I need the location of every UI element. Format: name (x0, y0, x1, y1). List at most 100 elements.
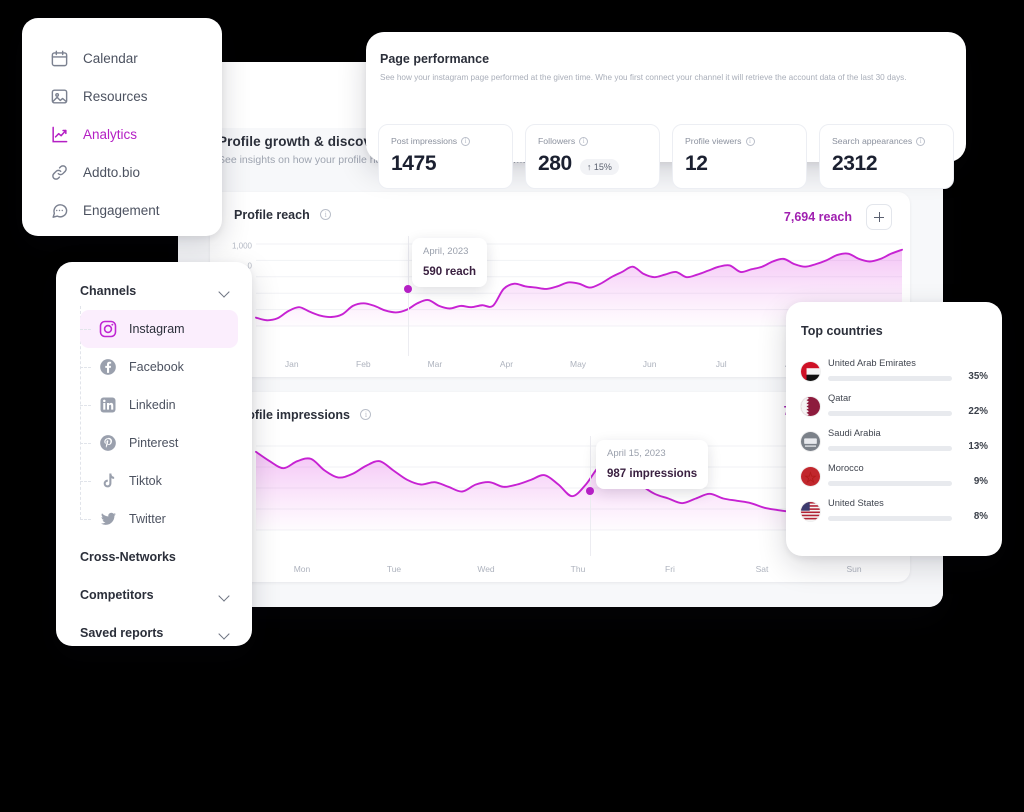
channels-group-label: Channels (80, 284, 136, 298)
nav-item-engagement[interactable]: Engagement (22, 191, 222, 229)
linkedin-icon (98, 395, 118, 415)
stat-card-followers: Followers280↑ 15% (525, 124, 660, 189)
cross-networks-label: Cross-Networks (80, 550, 176, 564)
nav-item-calendar[interactable]: Calendar (22, 39, 222, 77)
country-row: United States8% (801, 498, 988, 533)
country-progress-bar (828, 411, 952, 416)
channel-items: Instagram Facebook Linkedin Pinterest Tiktok… (80, 310, 252, 538)
stat-value-row: 2312 (832, 152, 941, 176)
stat-card-search-appearances: Search appearances 2312 (819, 124, 954, 189)
info-icon[interactable] (746, 137, 755, 146)
x-axis-tick-label: Feb (328, 359, 400, 371)
country-percent: 22% (968, 406, 988, 417)
main-nav-card: Calendar Resources Analytics Addto.bio Engag… (22, 18, 222, 236)
competitors-label: Competitors (80, 588, 154, 602)
link-icon (50, 163, 69, 182)
add-metric-button[interactable] (866, 204, 892, 230)
profile-reach-header: Profile reach 7,694 reach (234, 206, 892, 230)
x-axis-tick-label: Mar (399, 359, 471, 371)
nav-item-label: Analytics (83, 127, 137, 142)
stat-value: 1475 (391, 152, 436, 176)
stat-label-text: Profile viewers (685, 136, 742, 146)
reach-tooltip-dot (404, 285, 412, 293)
page-performance-stats: Post impressions1475Followers280↑ 15%Pro… (378, 124, 954, 189)
x-axis-tick-label: Sat (716, 564, 808, 576)
twitter-icon (98, 509, 118, 529)
stat-label-text: Search appearances (832, 136, 912, 146)
stat-card-post-impressions: Post impressions 1475 (378, 124, 513, 189)
channel-item-twitter[interactable]: Twitter (80, 500, 238, 538)
nav-item-label: Engagement (83, 203, 160, 218)
nav-item-resources[interactable]: Resources (22, 77, 222, 115)
channel-item-label: Twitter (129, 512, 166, 526)
country-row: Qatar 22% (801, 393, 988, 428)
stat-delta-badge: ↑ 15% (580, 159, 619, 175)
country-name: United States (828, 498, 884, 508)
chevron-down-icon (219, 590, 230, 601)
country-progress-bar (828, 516, 952, 521)
nav-item-label: Addto.bio (83, 165, 140, 180)
flag-sa-icon (801, 432, 820, 451)
stat-label-text: Followers (538, 136, 575, 146)
country-percent: 35% (968, 371, 988, 382)
profile-reach-total: 7,694 reach (784, 210, 852, 224)
stat-value-row: 1475 (391, 152, 500, 176)
channel-item-label: Instagram (129, 322, 185, 336)
x-axis-tick-label: Sun (808, 564, 900, 576)
channel-item-label: Pinterest (129, 436, 178, 450)
chevron-down-icon (219, 628, 230, 639)
screenshot-stage: Profile growth & discovery See insights … (0, 0, 1024, 812)
stat-label: Post impressions (391, 136, 500, 146)
channel-item-facebook[interactable]: Facebook (80, 348, 238, 386)
cross-networks-item[interactable]: Cross-Networks (56, 538, 252, 576)
channel-item-label: Tiktok (129, 474, 162, 488)
x-axis-tick-label: Thu (532, 564, 624, 576)
impressions-tooltip: April 15, 2023 987 impressions (596, 440, 708, 489)
stat-value-row: 12 (685, 152, 794, 176)
info-icon[interactable] (579, 137, 588, 146)
country-progress-bar (828, 481, 952, 486)
country-progress-bar (828, 376, 952, 381)
info-icon[interactable] (360, 409, 371, 420)
country-name: Qatar (828, 393, 851, 403)
chart-line-icon (50, 125, 69, 144)
flag-ma-icon (801, 467, 820, 486)
main-nav-list: Calendar Resources Analytics Addto.bio Engag… (22, 18, 222, 229)
top-countries-title: Top countries (801, 324, 883, 338)
saved-reports-item[interactable]: Saved reports (56, 614, 252, 652)
reach-tooltip-date: April, 2023 (423, 246, 476, 257)
channel-item-pinterest[interactable]: Pinterest (80, 424, 238, 462)
info-icon[interactable] (320, 209, 331, 220)
channel-item-label: Linkedin (129, 398, 176, 412)
channel-item-linkedin[interactable]: Linkedin (80, 386, 238, 424)
nav-item-label: Resources (83, 89, 148, 104)
x-axis-tick-label: Wed (440, 564, 532, 576)
country-percent: 13% (968, 441, 988, 452)
flag-qa-icon (801, 397, 820, 416)
stat-label: Search appearances (832, 136, 941, 146)
stat-label-text: Post impressions (391, 136, 457, 146)
stat-label: Profile viewers (685, 136, 794, 146)
y-axis-tick-label: 1,000 (218, 242, 252, 251)
country-row: Morocco9% (801, 463, 988, 498)
chevron-down-icon (219, 286, 230, 297)
info-icon[interactable] (916, 137, 925, 146)
channel-item-instagram[interactable]: Instagram (80, 310, 238, 348)
impressions-tooltip-value: 987 impressions (607, 468, 697, 480)
stat-card-profile-viewers: Profile viewers 12 (672, 124, 807, 189)
reach-tooltip-value: 590 reach (423, 266, 476, 278)
x-axis-tick-label: Tue (348, 564, 440, 576)
nav-item-addto-bio[interactable]: Addto.bio (22, 153, 222, 191)
channel-item-tiktok[interactable]: Tiktok (80, 462, 238, 500)
page-performance-card: Page performance See how your instagram … (366, 32, 966, 162)
image-icon (50, 87, 69, 106)
info-icon[interactable] (461, 137, 470, 146)
channels-group-header[interactable]: Channels (56, 272, 252, 310)
country-name: United Arab Emirates (828, 358, 916, 368)
competitors-item[interactable]: Competitors (56, 576, 252, 614)
country-name: Morocco (828, 463, 864, 473)
impressions-tooltip-rule (590, 436, 591, 556)
nav-item-analytics[interactable]: Analytics (22, 115, 222, 153)
country-progress-bar (828, 446, 952, 451)
profile-impressions-x-axis: MonTueWedThuFriSatSun (256, 564, 900, 576)
